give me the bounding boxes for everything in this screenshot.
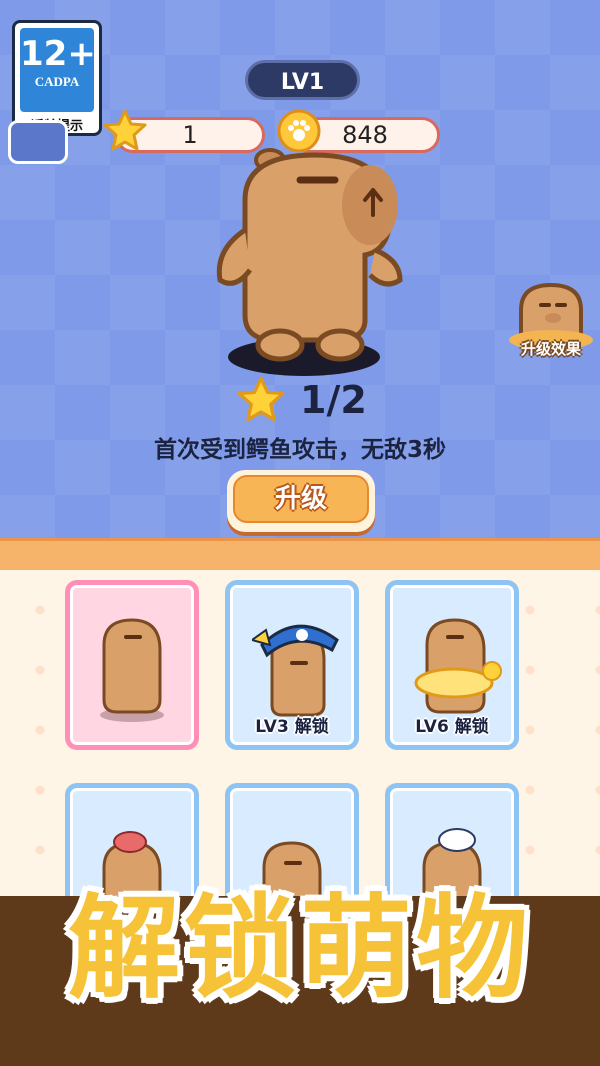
float-ring-capybara-icon <box>414 618 502 714</box>
pet-card-1[interactable] <box>65 580 199 750</box>
pet-skill-description: 首次受到鳄鱼攻击，无敌3秒 <box>153 437 446 463</box>
pet-card-caption: LV6 解锁 <box>415 717 489 737</box>
chat-button[interactable] <box>8 120 68 164</box>
capybara-pet[interactable] <box>205 140 405 365</box>
age-rating-org: CADPA <box>34 74 80 89</box>
upgrade-effect-button[interactable]: 升级效果 <box>509 280 593 362</box>
age-rating-number: 12+ <box>20 34 96 74</box>
upgrade-effect-label: 升级效果 <box>520 340 581 358</box>
age-rating-badge: 12+ CADPA 适龄提示 <box>12 20 102 136</box>
capybara-icon <box>100 618 164 722</box>
star-icon <box>103 109 147 151</box>
pet-card-2[interactable]: LV3 解锁 <box>225 580 359 750</box>
pet-card-caption: LV3 解锁 <box>255 717 329 737</box>
pirate-capybara-icon <box>252 624 339 717</box>
pet-card-3[interactable]: LV6 解锁 <box>385 580 519 750</box>
star-count: 1 <box>182 121 198 149</box>
panel-divider <box>0 538 600 573</box>
promo-banner: 解锁萌物 <box>0 858 600 1066</box>
upgrade-button-label: 升级 <box>233 475 369 523</box>
level-progress: 1/2 <box>300 378 367 422</box>
banner-title: 解锁萌物 <box>68 884 532 1014</box>
upgrade-button[interactable]: 升级 <box>227 470 375 532</box>
level-pill: LV1 <box>245 60 360 100</box>
level-star-icon <box>237 376 285 422</box>
